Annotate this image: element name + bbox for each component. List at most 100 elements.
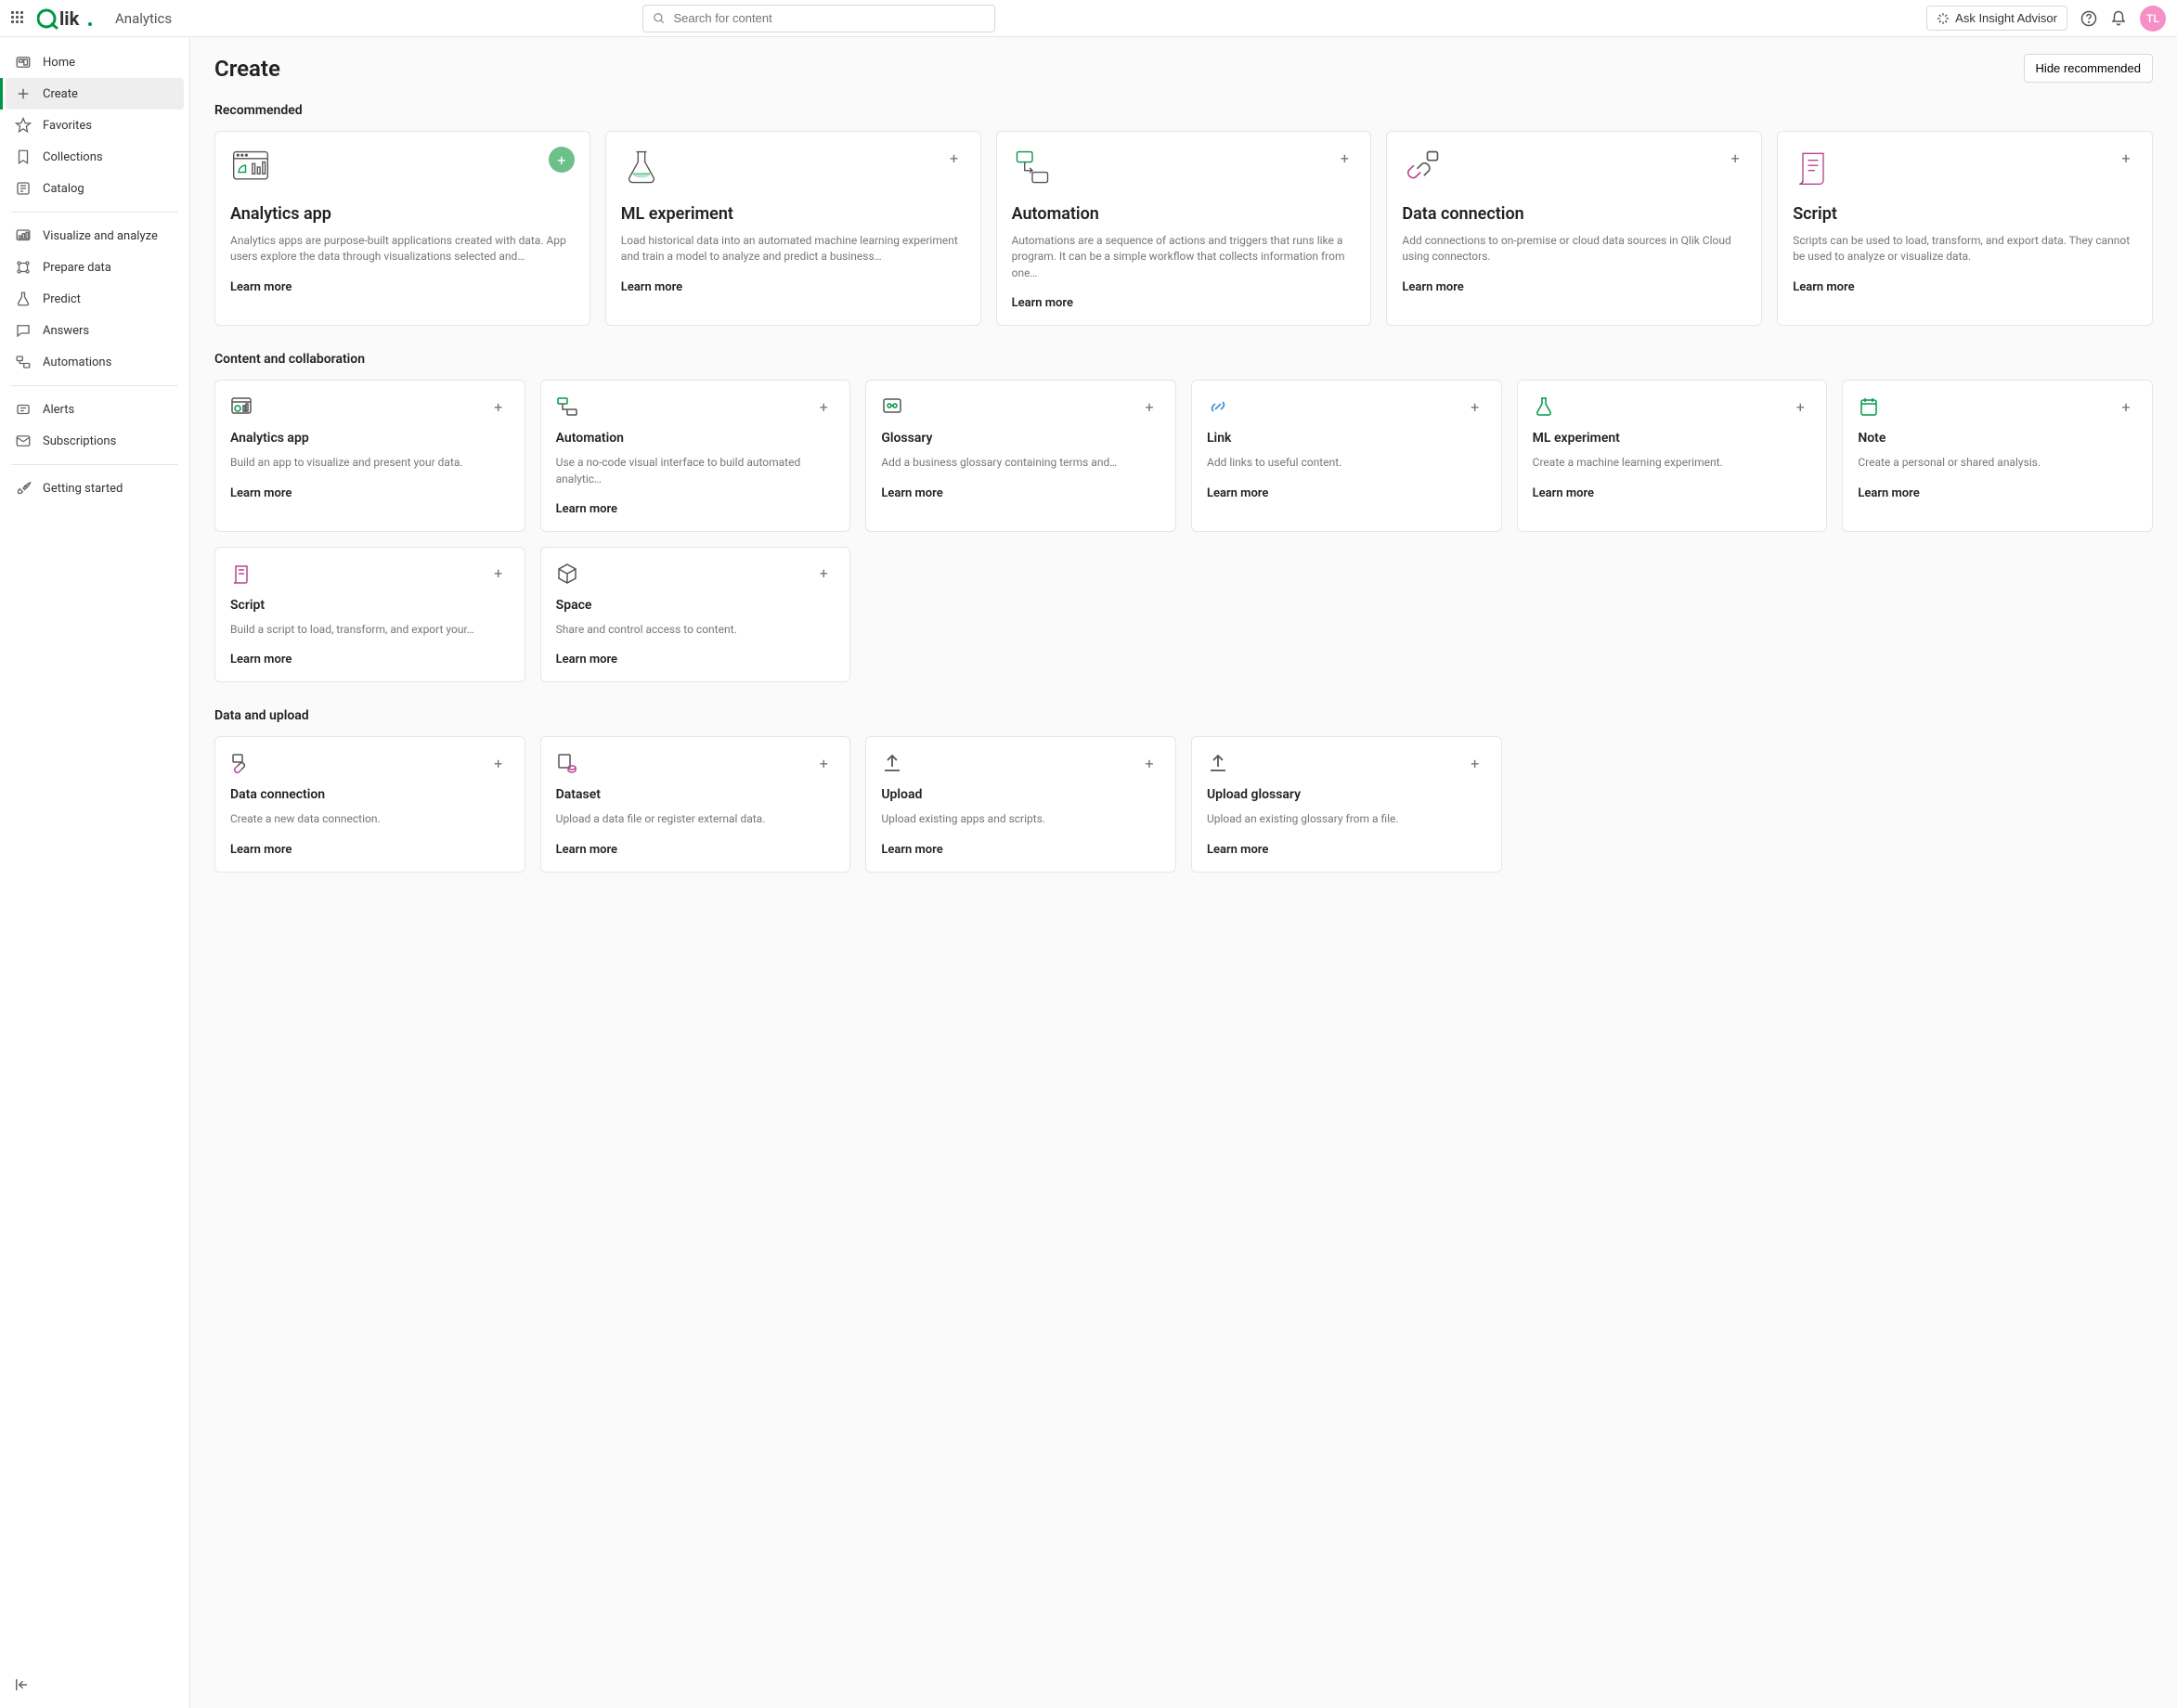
create-button[interactable]: + xyxy=(812,752,835,774)
sidebar-label: Create xyxy=(43,87,78,101)
sidebar-item-create[interactable]: Create xyxy=(6,78,184,110)
learn-more-link[interactable]: Learn more xyxy=(881,486,1160,500)
search-icon xyxy=(653,12,666,25)
create-ml-experiment-button[interactable]: + xyxy=(943,147,965,169)
sidebar-item-collections[interactable]: Collections xyxy=(6,141,184,173)
hide-recommended-button[interactable]: Hide recommended xyxy=(2024,54,2153,83)
card-upload[interactable]: + Upload Upload existing apps and script… xyxy=(865,736,1176,872)
sidebar-item-subscriptions[interactable]: Subscriptions xyxy=(6,425,184,457)
card-desc: Add links to useful content. xyxy=(1207,455,1486,471)
sidebar-item-prepare[interactable]: Prepare data xyxy=(6,252,184,283)
collapse-sidebar-icon[interactable] xyxy=(13,1676,30,1693)
alert-icon xyxy=(15,401,32,418)
brand-logo[interactable]: lik xyxy=(37,7,97,30)
create-button[interactable]: + xyxy=(2115,395,2137,418)
card-desc: Scripts can be used to load, transform, … xyxy=(1793,233,2137,265)
sidebar-item-alerts[interactable]: Alerts xyxy=(6,394,184,425)
card-small-automation[interactable]: + Automation Use a no-code visual interf… xyxy=(540,380,851,532)
learn-more-link[interactable]: Learn more xyxy=(1793,280,2137,294)
automation-icon xyxy=(556,395,578,418)
sidebar-item-automations[interactable]: Automations xyxy=(6,346,184,378)
card-data-connection[interactable]: + Data connection Create a new data conn… xyxy=(214,736,525,872)
create-button[interactable]: + xyxy=(1464,395,1486,418)
learn-more-link[interactable]: Learn more xyxy=(1858,486,2137,500)
flask-icon xyxy=(15,291,32,307)
create-button[interactable]: + xyxy=(1138,395,1160,418)
learn-more-link[interactable]: Learn more xyxy=(1533,486,1812,500)
sidebar-item-visualize[interactable]: Visualize and analyze xyxy=(6,220,184,252)
chart-icon xyxy=(15,227,32,244)
app-switcher-icon[interactable] xyxy=(11,11,26,26)
learn-more-link[interactable]: Learn more xyxy=(1012,296,1356,310)
create-button[interactable]: + xyxy=(1789,395,1811,418)
card-small-analytics-app[interactable]: + Analytics app Build an app to visualiz… xyxy=(214,380,525,532)
card-desc: Upload existing apps and scripts. xyxy=(881,811,1160,827)
card-desc: Build an app to visualize and present yo… xyxy=(230,455,510,471)
card-small-space[interactable]: + Space Share and control access to cont… xyxy=(540,547,851,682)
learn-more-link[interactable]: Learn more xyxy=(230,653,510,666)
analytics-app-icon xyxy=(230,147,271,188)
card-small-link[interactable]: + Link Add links to useful content. Lear… xyxy=(1191,380,1502,532)
learn-more-link[interactable]: Learn more xyxy=(230,843,510,857)
card-title: Analytics app xyxy=(230,431,510,446)
learn-more-link[interactable]: Learn more xyxy=(1402,280,1746,294)
search-input-wrapper[interactable] xyxy=(642,5,995,32)
card-small-script[interactable]: + Script Build a script to load, transfo… xyxy=(214,547,525,682)
create-button[interactable]: + xyxy=(487,752,510,774)
section-content-head: Content and collaboration xyxy=(214,352,2153,367)
learn-more-link[interactable]: Learn more xyxy=(230,486,510,500)
card-title: Script xyxy=(1793,204,2137,224)
sidebar: Home Create Favorites Collections Catalo… xyxy=(0,37,190,1708)
sidebar-item-catalog[interactable]: Catalog xyxy=(6,173,184,204)
card-title: Data connection xyxy=(230,787,510,802)
create-button[interactable]: + xyxy=(812,395,835,418)
content-cards: + Analytics app Build an app to visualiz… xyxy=(214,380,2153,682)
recommended-cards: + Analytics app Analytics apps are purpo… xyxy=(214,131,2153,326)
learn-more-link[interactable]: Learn more xyxy=(556,843,836,857)
chat-icon xyxy=(15,322,32,339)
create-script-button[interactable]: + xyxy=(2115,147,2137,169)
learn-more-link[interactable]: Learn more xyxy=(1207,486,1486,500)
card-dataset[interactable]: + Dataset Upload a data file or register… xyxy=(540,736,851,872)
create-automation-button[interactable]: + xyxy=(1333,147,1355,169)
card-automation[interactable]: + Automation Automations are a sequence … xyxy=(996,131,1372,326)
plus-icon xyxy=(15,85,32,102)
create-button[interactable]: + xyxy=(487,563,510,585)
sidebar-item-answers[interactable]: Answers xyxy=(6,315,184,346)
sidebar-item-favorites[interactable]: Favorites xyxy=(6,110,184,141)
topbar: lik Analytics Ask Insight Advisor TL xyxy=(0,0,2177,37)
bell-icon[interactable] xyxy=(2110,10,2127,27)
sidebar-item-predict[interactable]: Predict xyxy=(6,283,184,315)
card-data-connection[interactable]: + Data connection Add connections to on-… xyxy=(1386,131,1762,326)
sidebar-label: Catalog xyxy=(43,182,84,196)
card-desc: Upload a data file or register external … xyxy=(556,811,836,827)
upload-icon xyxy=(881,752,903,774)
card-small-glossary[interactable]: + Glossary Add a business glossary conta… xyxy=(865,380,1176,532)
learn-more-link[interactable]: Learn more xyxy=(881,843,1160,857)
create-button[interactable]: + xyxy=(812,563,835,585)
sidebar-item-home[interactable]: Home xyxy=(6,46,184,78)
create-button[interactable]: + xyxy=(1464,752,1486,774)
card-upload-glossary[interactable]: + Upload glossary Upload an existing glo… xyxy=(1191,736,1502,872)
create-data-connection-button[interactable]: + xyxy=(1724,147,1746,169)
help-icon[interactable] xyxy=(2080,10,2097,27)
learn-more-link[interactable]: Learn more xyxy=(556,653,836,666)
user-avatar[interactable]: TL xyxy=(2140,6,2166,32)
create-button[interactable]: + xyxy=(1138,752,1160,774)
card-small-note[interactable]: + Note Create a personal or shared analy… xyxy=(1842,380,2153,532)
card-small-ml[interactable]: + ML experiment Create a machine learnin… xyxy=(1517,380,1828,532)
sidebar-item-getting-started[interactable]: Getting started xyxy=(6,472,184,504)
learn-more-link[interactable]: Learn more xyxy=(230,280,575,294)
card-script[interactable]: + Script Scripts can be used to load, tr… xyxy=(1777,131,2153,326)
note-icon xyxy=(1858,395,1880,418)
sidebar-label: Getting started xyxy=(43,482,123,496)
learn-more-link[interactable]: Learn more xyxy=(556,502,836,516)
create-analytics-app-button[interactable]: + xyxy=(549,147,575,173)
learn-more-link[interactable]: Learn more xyxy=(621,280,965,294)
card-analytics-app[interactable]: + Analytics app Analytics apps are purpo… xyxy=(214,131,590,326)
search-input[interactable] xyxy=(673,11,985,25)
learn-more-link[interactable]: Learn more xyxy=(1207,843,1486,857)
ask-insight-advisor-button[interactable]: Ask Insight Advisor xyxy=(1926,6,2067,31)
card-ml-experiment[interactable]: + ML experiment Load historical data int… xyxy=(605,131,981,326)
create-button[interactable]: + xyxy=(487,395,510,418)
